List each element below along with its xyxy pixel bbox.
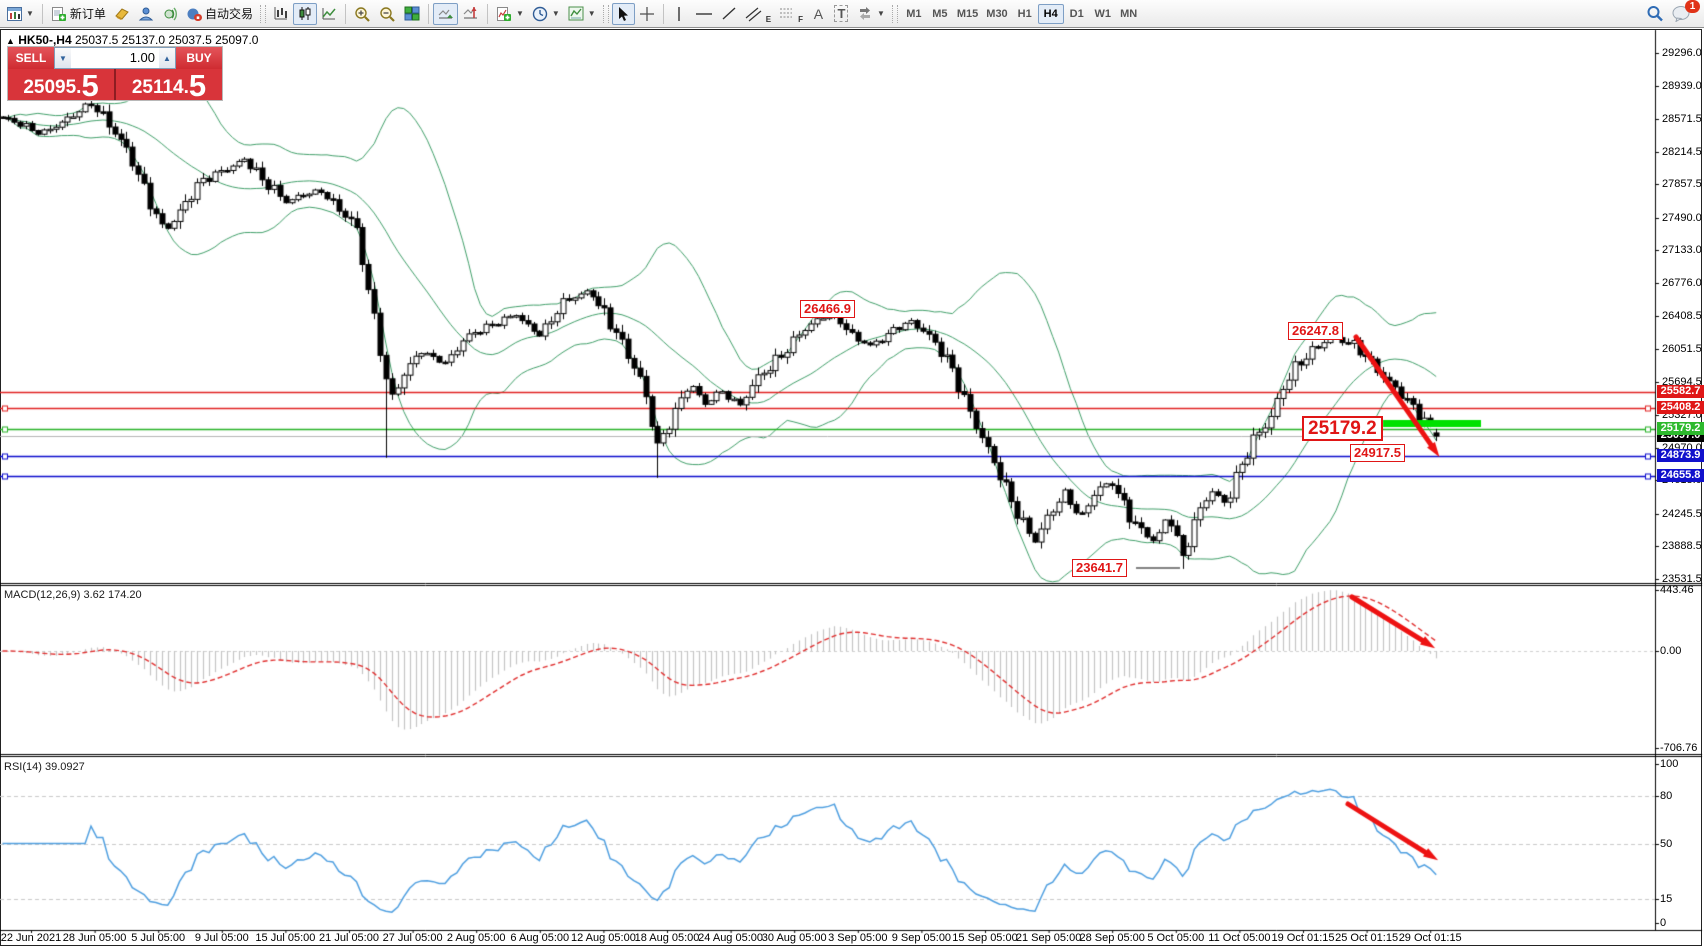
sell-price-big: 5	[81, 73, 98, 99]
timeframe-d1[interactable]: D1	[1064, 4, 1090, 24]
clock-icon	[532, 6, 548, 22]
chevron-down-icon: ▼	[26, 9, 34, 18]
chart-shift-icon	[462, 6, 479, 21]
symbol-title: HK50-,H4	[18, 33, 71, 47]
buy-price-big: 5	[189, 73, 206, 99]
periods-button[interactable]: ▼	[528, 3, 564, 25]
timeframe-m30[interactable]: M30	[982, 4, 1011, 24]
horizontal-line-tool-button[interactable]	[691, 3, 717, 25]
sell-button[interactable]: SELL	[8, 47, 54, 69]
timeframe-mn[interactable]: MN	[1116, 4, 1142, 24]
timeframe-group: M1M5M15M30H1H4D1W1MN	[901, 4, 1142, 24]
fibonacci-tool-button[interactable]: F	[775, 3, 807, 25]
label-tool-glyph: T	[834, 5, 848, 22]
rsi-indicator-label: RSI(14) 39.0927	[4, 761, 85, 773]
tile-windows-button[interactable]	[400, 3, 424, 25]
buy-button[interactable]: BUY	[176, 47, 222, 69]
chevron-down-icon: ▼	[877, 9, 885, 18]
auto-trading-label: 自动交易	[205, 5, 253, 22]
zoom-out-icon	[379, 6, 396, 22]
candlestick-chart-button[interactable]	[293, 3, 317, 25]
templates-button[interactable]: ▼	[564, 3, 600, 25]
buy-price[interactable]: 25114.5	[116, 69, 222, 100]
search-icon	[1646, 5, 1664, 22]
indicators-button[interactable]: ▼	[492, 3, 528, 25]
bar-chart-button[interactable]	[269, 3, 293, 25]
new-order-label: 新订单	[70, 5, 106, 22]
chat-button[interactable]: 1	[1668, 3, 1695, 25]
volume-stepper: ▼ 1.00 ▲	[54, 47, 176, 69]
symbol-ohlc-readout: ▲ HK50-,H4 25037.5 25137.0 25037.5 25097…	[6, 33, 258, 47]
tile-windows-icon	[404, 6, 420, 21]
sell-price[interactable]: 25095.5	[8, 69, 114, 100]
shapes-tool-button[interactable]: ▼	[853, 3, 889, 25]
timeframe-h4[interactable]: H4	[1038, 4, 1064, 24]
user-icon	[138, 6, 154, 21]
volume-increase-button[interactable]: ▲	[159, 48, 175, 68]
timeframe-m1[interactable]: M1	[901, 4, 927, 24]
auto-trading-icon	[186, 6, 202, 21]
channel-icon	[745, 6, 763, 22]
auto-scroll-button[interactable]	[433, 3, 458, 25]
chevron-down-icon: ▼	[516, 9, 524, 18]
timeframe-m15[interactable]: M15	[953, 4, 982, 24]
zoom-in-icon	[354, 6, 371, 22]
fibonacci-icon	[779, 6, 795, 22]
shapes-icon	[857, 6, 873, 21]
volume-decrease-button[interactable]: ▼	[55, 48, 71, 68]
trading-terminal: ▼ 新订单 自动交易	[0, 0, 1704, 947]
chart-window-icon[interactable]: ▼	[3, 3, 38, 25]
crosshair-tool-button[interactable]	[635, 3, 659, 25]
crosshair-icon	[639, 6, 655, 22]
indicators-icon	[496, 6, 512, 22]
buy-price-main: 25114	[132, 77, 184, 99]
text-tool-glyph: A	[814, 6, 823, 22]
cursor-icon	[616, 6, 630, 22]
new-order-icon	[51, 6, 67, 22]
auto-trading-button[interactable]: 自动交易	[182, 3, 257, 25]
chart-shift-button[interactable]	[458, 3, 483, 25]
channel-glyph: E	[766, 15, 771, 24]
volume-input[interactable]: 1.00	[71, 48, 159, 68]
trendline-tool-button[interactable]	[717, 3, 741, 25]
auto-scroll-icon	[437, 6, 454, 21]
macd-indicator-label: MACD(12,26,9) 3.62 174.20	[4, 589, 142, 601]
template-icon	[568, 6, 584, 21]
ohlc-values: 25037.5 25137.0 25037.5 25097.0	[75, 33, 259, 47]
eraser-icon	[114, 7, 130, 21]
search-button[interactable]	[1642, 3, 1668, 25]
zoom-out-button[interactable]	[375, 3, 400, 25]
main-toolbar: ▼ 新订单 自动交易	[0, 0, 1704, 28]
chart-canvas[interactable]	[0, 0, 1704, 947]
text-tool-button[interactable]: A	[807, 3, 830, 25]
chevron-down-icon: ▼	[588, 9, 596, 18]
timeframe-m5[interactable]: M5	[927, 4, 953, 24]
speaker-icon	[162, 6, 178, 21]
notification-badge: 1	[1685, 0, 1700, 13]
line-chart-button[interactable]	[317, 3, 341, 25]
line-chart-icon	[321, 6, 337, 21]
fibo-glyph: F	[798, 15, 803, 24]
trendline-icon	[721, 6, 737, 21]
horizontal-line-icon	[695, 7, 713, 21]
sell-price-main: 25095	[23, 77, 76, 99]
bar-chart-icon	[273, 6, 289, 21]
cursor-tool-button[interactable]	[612, 3, 635, 25]
collapse-arrow-icon[interactable]: ▲	[6, 36, 15, 46]
channel-tool-button[interactable]: E	[741, 3, 775, 25]
timeframe-h1[interactable]: H1	[1012, 4, 1038, 24]
label-tool-button[interactable]: T	[830, 3, 853, 25]
news-button[interactable]	[158, 3, 182, 25]
timeframe-w1[interactable]: W1	[1090, 4, 1116, 24]
eraser-button[interactable]	[110, 3, 134, 25]
candlestick-chart-icon	[297, 6, 313, 21]
zoom-in-button[interactable]	[350, 3, 375, 25]
one-click-trade-panel: SELL ▼ 1.00 ▲ BUY 25095.5 25114.5	[8, 47, 222, 100]
chevron-down-icon: ▼	[552, 9, 560, 18]
accounts-button[interactable]	[134, 3, 158, 25]
vertical-line-tool-button[interactable]	[668, 3, 691, 25]
vertical-line-icon	[673, 6, 685, 22]
new-order-button[interactable]: 新订单	[47, 3, 110, 25]
